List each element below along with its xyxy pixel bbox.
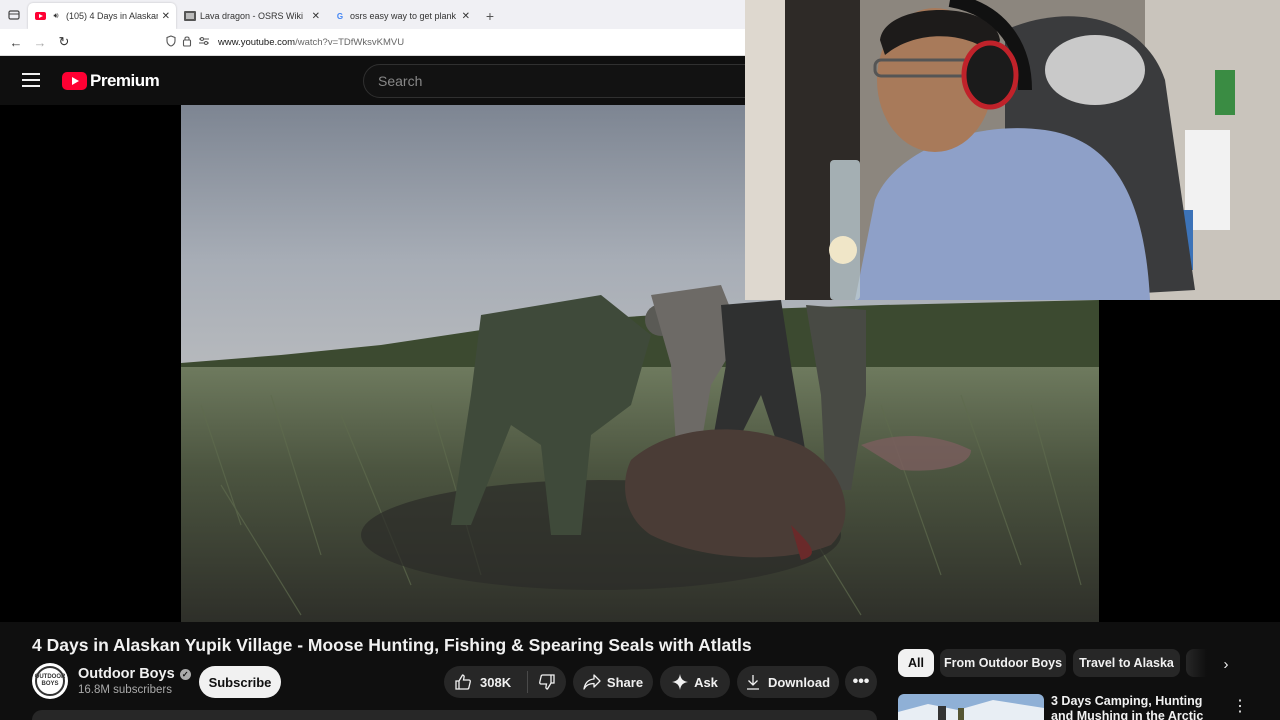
chip-travel-to-alaska[interactable]: Travel to Alaska [1073,649,1180,677]
ask-button[interactable]: Ask [660,666,730,698]
webcam-overlay [745,0,1280,300]
webcam-image [745,0,1280,300]
url-domain: www.youtube.com [218,36,296,48]
video-title: 4 Days in Alaskan Yupik Village - Moose … [32,635,752,655]
download-button[interactable]: Download [737,666,839,698]
new-tab-icon[interactable]: + [478,3,502,29]
tab-youtube[interactable]: 🔊︎ (105) 4 Days in Alaskan Yup ✕ [28,3,176,29]
browser-tab-bar: 🔊︎ (105) 4 Days in Alaskan Yup ✕ Lava dr… [0,0,745,29]
share-button[interactable]: Share [573,666,653,698]
menu-icon[interactable] [22,73,40,87]
url-path: /watch?v=TDfWksvKMVU [295,36,405,48]
chevron-right-icon[interactable]: › [1213,651,1239,677]
avatar-text: OUTDOOR BOYS [35,666,65,696]
youtube-logo[interactable]: Premium [62,71,160,91]
share-label: Share [606,674,644,690]
thumbs-down-icon [539,674,555,690]
tab-label: (105) 4 Days in Alaskan Yup [66,11,158,21]
like-dislike-group: 308K [444,666,566,698]
lock-icon[interactable] [182,35,192,50]
tab-osrs-wiki[interactable]: Lava dragon - OSRS Wiki ✕ [178,3,326,29]
channel-avatar[interactable]: OUTDOOR BOYS [32,663,68,699]
more-horizontal-icon: ••• [852,673,870,690]
dislike-button[interactable] [528,673,566,691]
screen: 🔊︎ (105) 4 Days in Alaskan Yup ✕ Lava dr… [0,0,1280,720]
url-field[interactable]: www.youtube.com/watch?v=TDfWksvKMVU [218,37,404,48]
youtube-icon [34,10,46,22]
speaker-icon[interactable]: 🔊︎ [50,10,62,22]
chip-from-channel[interactable]: From Outdoor Boys [940,649,1066,677]
like-button[interactable]: 308K [444,671,528,693]
download-icon [746,675,759,690]
chip-overflow-fade [1186,649,1212,677]
logo-text: Premium [90,71,160,90]
download-label: Download [767,674,831,690]
close-tab-icon[interactable]: ✕ [312,11,320,22]
search-input[interactable]: Search [363,64,763,98]
browser-nav-bar: ← → ↻ www.youtube.com/watch?v=TDfWksvKMV… [0,29,745,56]
share-icon [583,674,601,690]
like-count: 308K [480,674,512,690]
subscribe-button[interactable]: Subscribe [199,666,281,698]
permissions-icon[interactable] [198,36,210,49]
channel-name-row[interactable]: Outdoor Boys ✓ [78,666,191,682]
more-vertical-icon[interactable]: ⋮ [1232,696,1248,716]
tab-list-icon[interactable] [0,0,28,29]
channel-info: OUTDOOR BOYS Outdoor Boys ✓ 16.8M subscr… [32,663,191,699]
close-tab-icon[interactable]: ✕ [162,11,170,22]
description-box[interactable] [32,710,877,720]
shield-icon[interactable] [166,34,176,50]
youtube-masthead: Premium Search [0,56,763,105]
google-icon: G [336,11,344,21]
subscriber-count: 16.8M subscribers [78,684,172,696]
ask-label: Ask [694,674,718,690]
thumbs-up-icon [455,674,471,690]
tab-label: Lava dragon - OSRS Wiki [200,11,304,21]
related-video-title[interactable]: 3 Days Camping, Hunting and Mushing in t… [1051,694,1221,720]
back-icon[interactable]: ← [4,30,28,54]
search-placeholder: Search [378,73,423,89]
channel-name: Outdoor Boys [78,666,175,682]
reload-icon[interactable]: ↻ [52,30,76,54]
close-tab-icon[interactable]: ✕ [462,11,470,22]
tab-label: osrs easy way to get plank as h [350,11,458,21]
more-actions-button[interactable]: ••• [845,666,877,698]
forward-icon[interactable]: → [28,30,52,54]
youtube-play-logo-icon [62,72,87,90]
related-video-thumbnail[interactable] [898,694,1044,720]
tab-google-search[interactable]: G osrs easy way to get plank as h ✕ [328,3,476,29]
verified-check-icon: ✓ [179,668,191,680]
wiki-icon [184,10,196,22]
sparkle-icon [672,674,689,690]
chip-all[interactable]: All [898,649,934,677]
